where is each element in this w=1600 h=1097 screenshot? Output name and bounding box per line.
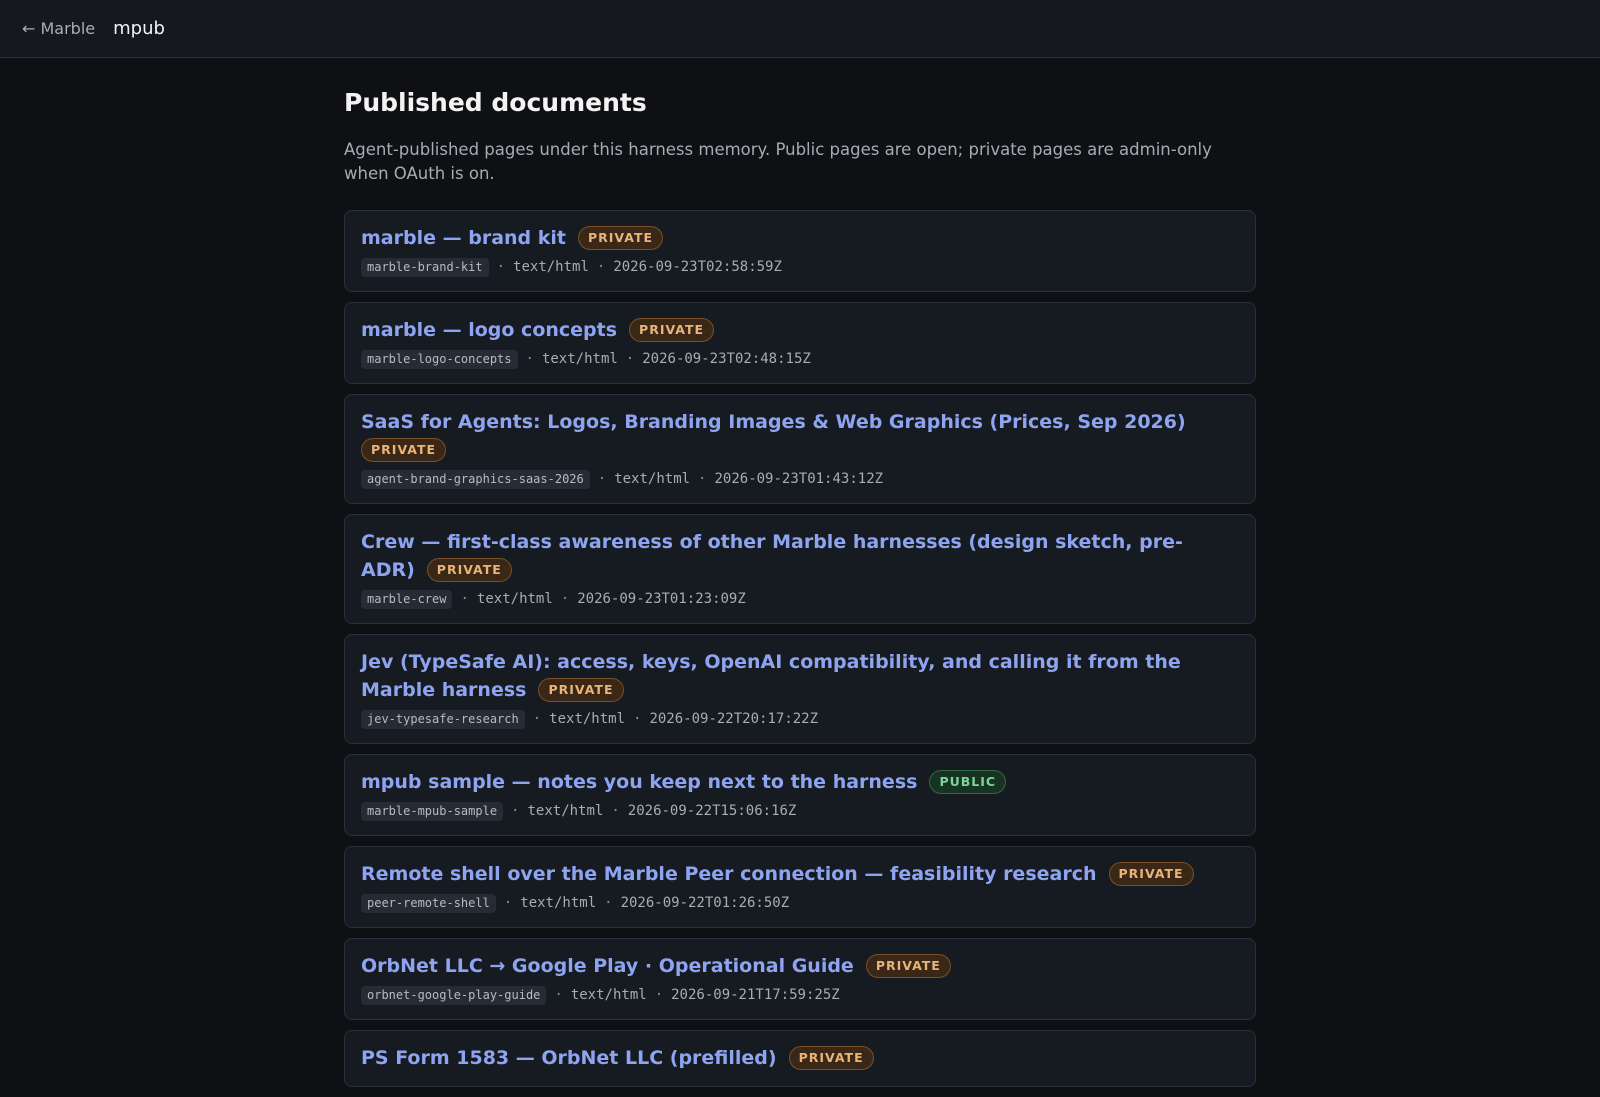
app-name: mpub <box>113 18 165 39</box>
document-mime: text/html <box>549 711 626 727</box>
document-timestamp: 2026-09-23T01:23:09Z <box>577 591 746 607</box>
meta-separator: · <box>597 471 607 487</box>
document-slug: peer-remote-shell <box>361 894 496 913</box>
document-card[interactable]: mpub sample — notes you keep next to the… <box>344 754 1256 836</box>
document-timestamp: 2026-09-22T20:17:22Z <box>649 711 819 727</box>
visibility-badge: PRIVATE <box>865 954 951 978</box>
document-mime: text/html <box>541 351 618 367</box>
document-card[interactable]: OrbNet LLC → Google Play · Operational G… <box>344 938 1256 1020</box>
document-slug: orbnet-google-play-guide <box>361 986 547 1005</box>
document-card[interactable]: Jev (TypeSafe AI): access, keys, OpenAI … <box>344 634 1256 744</box>
document-card[interactable]: Remote shell over the Marble Peer connec… <box>344 846 1256 928</box>
meta-separator: · <box>496 259 506 275</box>
document-slug: jev-typesafe-research <box>361 710 525 729</box>
document-timestamp: 2026-09-23T02:48:15Z <box>642 351 811 367</box>
meta-separator: · <box>596 259 606 275</box>
meta-separator: · <box>625 351 635 367</box>
document-timestamp: 2026-09-23T02:58:59Z <box>613 259 782 275</box>
document-slug: marble-mpub-sample <box>361 802 504 821</box>
document-title-link[interactable]: Jev (TypeSafe AI): access, keys, OpenAI … <box>361 651 1181 701</box>
document-title-link[interactable]: marble — brand kit <box>361 227 566 249</box>
meta-separator: · <box>511 803 520 819</box>
page-title: Published documents <box>344 88 647 117</box>
document-timestamp: 2026-09-21T17:59:25Z <box>671 987 840 1003</box>
meta-separator: · <box>532 711 542 727</box>
document-card[interactable]: Crew — first-class awareness of other Ma… <box>344 514 1256 624</box>
visibility-badge: PUBLIC <box>929 770 1007 794</box>
meta-separator: · <box>525 351 534 367</box>
document-mime: text/html <box>513 259 589 275</box>
document-mime: text/html <box>570 987 647 1003</box>
document-slug: marble-brand-kit <box>361 258 489 277</box>
document-slug: agent-brand-graphics-saas-2026 <box>361 470 590 489</box>
visibility-badge: PRIVATE <box>788 1046 874 1070</box>
meta-separator: · <box>560 591 570 607</box>
document-card[interactable]: SaaS for Agents: Logos, Branding Images … <box>344 394 1256 504</box>
visibility-badge: PRIVATE <box>577 226 664 250</box>
meta-separator: · <box>554 987 563 1003</box>
meta-separator: · <box>698 471 707 487</box>
top-bar: ← Marble mpub <box>0 0 1600 58</box>
document-mime: text/html <box>614 471 691 487</box>
document-card[interactable]: PS Form 1583 — OrbNet LLC (prefilled) PRI… <box>344 1030 1256 1087</box>
meta-separator: · <box>633 711 642 727</box>
document-list: marble — brand kit PRIVATE marble-brand-k… <box>344 210 1256 1087</box>
document-title-link[interactable]: SaaS for Agents: Logos, Branding Images … <box>361 411 1186 433</box>
document-slug: marble-logo-concepts <box>361 350 518 369</box>
document-timestamp: 2026-09-22T15:06:16Z <box>627 803 797 819</box>
document-timestamp: 2026-09-22T01:26:50Z <box>620 895 790 911</box>
document-mime: text/html <box>520 895 597 911</box>
document-slug: marble-crew <box>361 590 453 609</box>
document-title-link[interactable]: marble — logo concepts <box>361 319 617 341</box>
document-title-link[interactable]: Remote shell over the Marble Peer connec… <box>361 863 1097 885</box>
meta-separator: · <box>503 895 513 911</box>
meta-separator: · <box>611 803 620 819</box>
visibility-badge: PRIVATE <box>426 558 512 582</box>
document-title-link[interactable]: OrbNet LLC → Google Play · Operational G… <box>361 955 854 977</box>
visibility-badge: PRIVATE <box>538 678 624 702</box>
meta-separator: · <box>654 987 664 1003</box>
visibility-badge: PRIVATE <box>361 438 447 462</box>
visibility-badge: PRIVATE <box>629 318 715 342</box>
main-content: Published documents Agent-published page… <box>344 58 1256 1097</box>
visibility-badge: PRIVATE <box>1108 862 1194 886</box>
meta-separator: · <box>604 895 613 911</box>
document-mime: text/html <box>476 591 553 607</box>
document-title-link[interactable]: PS Form 1583 — OrbNet LLC (prefilled) <box>361 1047 777 1069</box>
document-card[interactable]: marble — logo concepts PRIVATE marble-log… <box>344 302 1256 384</box>
document-mime: text/html <box>527 803 604 819</box>
meta-separator: · <box>460 591 469 607</box>
document-card[interactable]: marble — brand kit PRIVATE marble-brand-k… <box>344 210 1256 292</box>
document-timestamp: 2026-09-23T01:43:12Z <box>714 471 884 487</box>
document-title-link[interactable]: mpub sample — notes you keep next to the… <box>361 771 917 793</box>
page-intro: Agent-published pages under this harness… <box>344 140 1212 183</box>
back-to-marble-link[interactable]: ← Marble <box>22 19 95 38</box>
